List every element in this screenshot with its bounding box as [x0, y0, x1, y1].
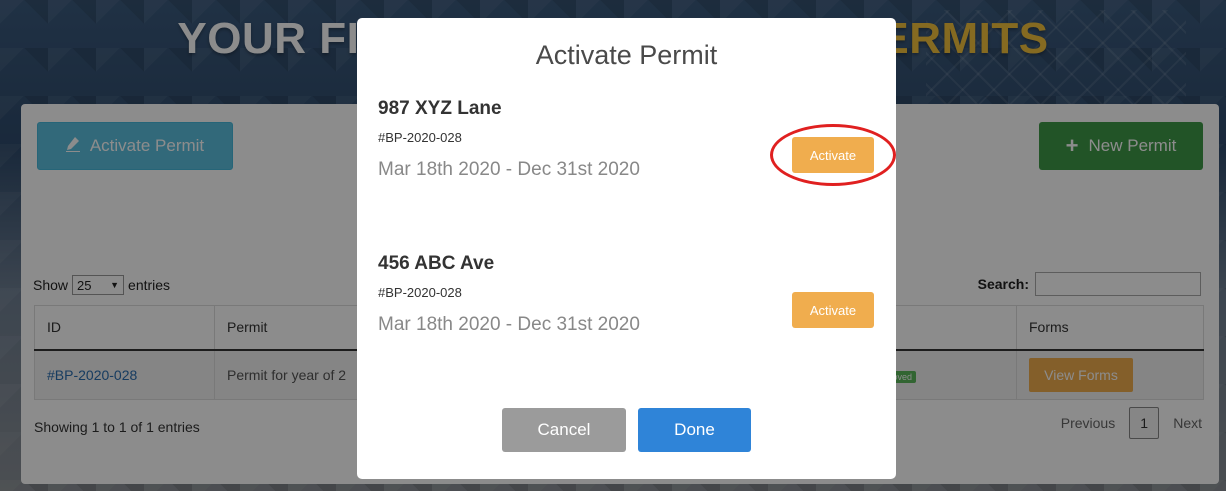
cancel-button[interactable]: Cancel	[502, 408, 626, 452]
permit-address: 456 ABC Ave	[378, 253, 495, 274]
permit-address: 987 XYZ Lane	[378, 98, 502, 119]
activate-button[interactable]: Activate	[792, 292, 874, 328]
modal-title: Activate Permit	[535, 40, 718, 70]
done-button[interactable]: Done	[638, 408, 751, 452]
activate-button[interactable]: Activate	[792, 137, 874, 173]
activate-permit-modal: Activate Permit 987 XYZ Lane #BP-2020-02…	[357, 18, 896, 479]
